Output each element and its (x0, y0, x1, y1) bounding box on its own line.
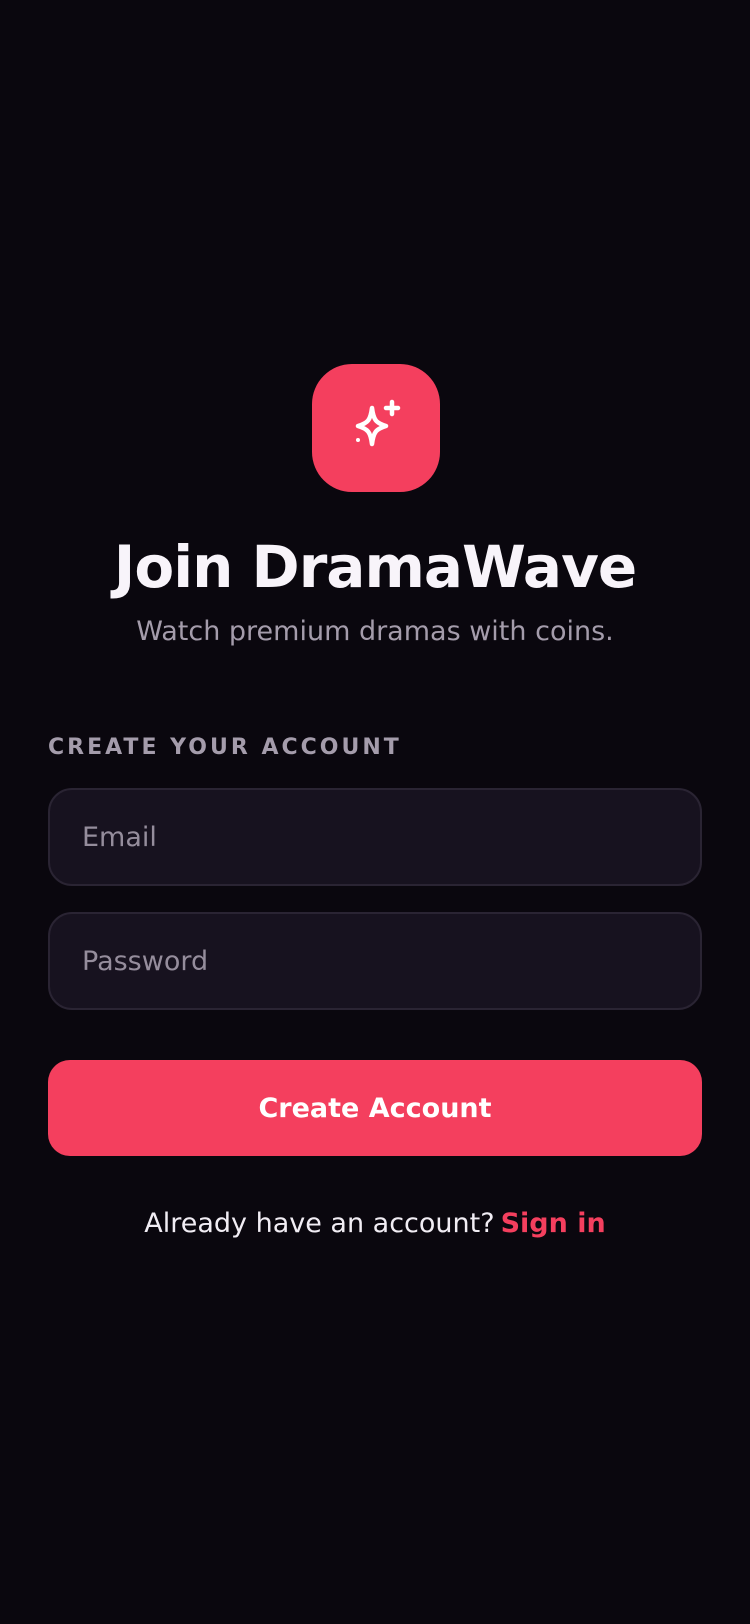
signin-prompt: Already have an account? Sign in (0, 1204, 750, 1244)
signup-screen: Join DramaWave Watch premium dramas with… (0, 0, 750, 1624)
page-subtitle: Watch premium dramas with coins. (136, 616, 614, 647)
app-logo (312, 364, 440, 492)
form-section-label: CREATE YOUR ACCOUNT (48, 735, 402, 760)
password-input[interactable] (48, 912, 702, 1010)
page-title: Join DramaWave (113, 533, 637, 601)
signin-prompt-text: Already have an account? (144, 1208, 495, 1239)
create-account-button[interactable]: Create Account (48, 1060, 702, 1156)
sign-in-link[interactable]: Sign in (501, 1208, 606, 1239)
sparkles-icon (355, 399, 401, 447)
email-input[interactable] (48, 788, 702, 886)
